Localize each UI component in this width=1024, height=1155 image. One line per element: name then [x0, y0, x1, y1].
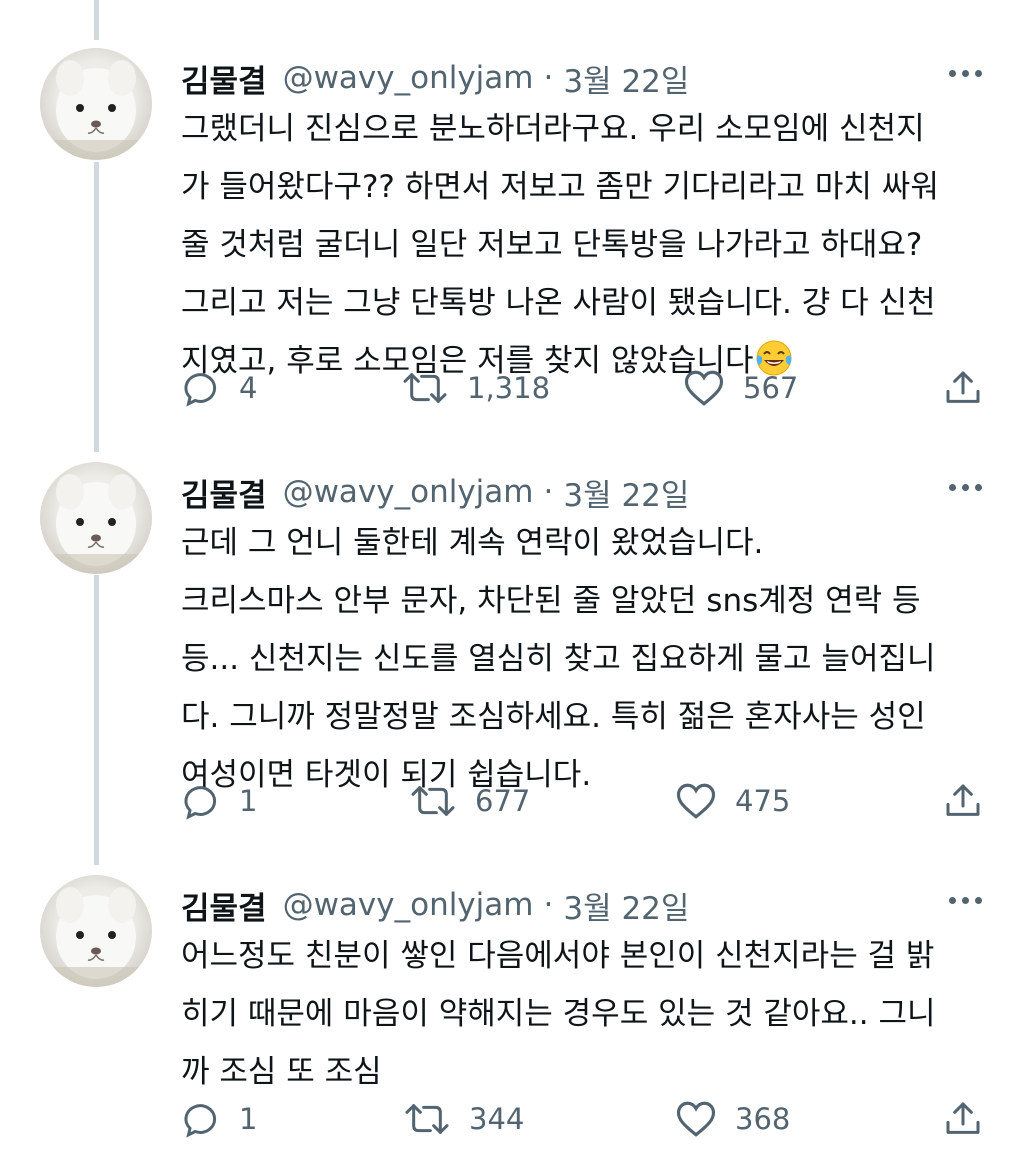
more-dots-icon[interactable]: [949, 484, 982, 491]
tweet-text: 어느정도 친분이 쌓인 다음에서야 본인이 신천지라는 걸 밝 히기 때문에 마…: [181, 927, 981, 1101]
tweet-date[interactable]: 3월 22일: [563, 56, 689, 101]
reply-count: 1: [239, 1102, 258, 1136]
retweet-count: 677: [475, 784, 531, 818]
reply-button[interactable]: 1: [181, 1094, 257, 1144]
avatar[interactable]: [40, 462, 152, 574]
reply-count: 1: [239, 784, 258, 818]
like-button[interactable]: 567: [683, 363, 798, 413]
author-name[interactable]: 김물결: [181, 883, 267, 928]
tweet-text-line: 가 들어왔다구?? 하면서 저보고 좀만 기다리라고 마치 싸워: [181, 169, 939, 205]
tweet-text-line: 히기 때문에 마음이 약해지는 경우도 있는 것 같아요.. 그니: [181, 996, 936, 1032]
tweet-actions: 4 1,318 567: [181, 363, 986, 413]
author-name[interactable]: 김물결: [181, 56, 267, 101]
like-count: 475: [735, 784, 791, 818]
retweet-button[interactable]: 344: [403, 1094, 524, 1144]
reply-button[interactable]: 4: [181, 363, 257, 413]
speech-bubble-icon: [181, 368, 221, 408]
retweet-count: 1,318: [467, 371, 551, 405]
tweet-text: 근데 그 언니 둘한테 계속 연락이 왔었습니다. 크리스마스 안부 문자, 차…: [181, 514, 981, 804]
like-button[interactable]: 368: [675, 1094, 790, 1144]
like-button[interactable]: 475: [675, 776, 790, 826]
more-dots-icon[interactable]: [949, 897, 982, 904]
share-upload-icon: [943, 368, 983, 408]
tweet-text-line: 줄 것처럼 굴더니 일단 저보고 단톡방을 나가라고 하대요?: [181, 227, 923, 263]
share-button[interactable]: [943, 363, 983, 413]
tweet-text-line: 크리스마스 안부 문자, 차단된 줄 알았던 sns계정 연락 등: [181, 583, 921, 619]
avatar[interactable]: [40, 48, 152, 160]
tweet-text-line: 까 조심 또 조심: [181, 1054, 382, 1090]
retweet-button[interactable]: 677: [409, 776, 530, 826]
thread-line-top: [94, 0, 99, 40]
tweet-2[interactable]: 김물결 @wavy_onlyjam · 3월 22일 근데 그 언니 둘한테 계…: [0, 462, 1024, 842]
avatar[interactable]: [40, 875, 152, 987]
tweet-header: 김물결 @wavy_onlyjam · 3월 22일: [181, 468, 689, 516]
author-name[interactable]: 김물결: [181, 470, 267, 515]
tweet-header: 김물결 @wavy_onlyjam · 3월 22일: [181, 54, 689, 102]
tweet-text-line: 등... 신천지는 신도를 열심히 찾고 집요하게 물고 늘어집니: [181, 641, 936, 677]
author-handle[interactable]: @wavy_onlyjam: [283, 474, 534, 510]
share-upload-icon: [943, 781, 983, 821]
share-upload-icon: [943, 1099, 983, 1139]
tweet-text-line: 어느정도 친분이 쌓인 다음에서야 본인이 신천지라는 걸 밝: [181, 938, 935, 974]
speech-bubble-icon: [181, 781, 221, 821]
tweet-text-line: 그리고 저는 그냥 단톡방 나온 사람이 됐습니다. 걍 다 신천: [181, 285, 936, 321]
author-handle[interactable]: @wavy_onlyjam: [283, 60, 534, 96]
separator-dot: ·: [543, 60, 554, 96]
separator-dot: ·: [543, 887, 554, 923]
tweet-date[interactable]: 3월 22일: [563, 470, 689, 515]
retweet-arrows-icon: [401, 368, 449, 408]
tweet-date[interactable]: 3월 22일: [563, 883, 689, 928]
author-handle[interactable]: @wavy_onlyjam: [283, 887, 534, 923]
retweet-arrows-icon: [409, 781, 457, 821]
share-button[interactable]: [943, 776, 983, 826]
separator-dot: ·: [543, 474, 554, 510]
tweet-3[interactable]: 김물결 @wavy_onlyjam · 3월 22일 어느정도 친분이 쌓인 다…: [0, 875, 1024, 1155]
speech-bubble-icon: [181, 1099, 221, 1139]
like-count: 368: [735, 1102, 791, 1136]
retweet-count: 344: [469, 1102, 525, 1136]
reply-count: 4: [239, 371, 258, 405]
heart-icon: [675, 781, 717, 821]
tweet-actions: 1 344 368: [181, 1094, 986, 1144]
more-dots-icon[interactable]: [949, 70, 982, 77]
heart-icon: [683, 368, 725, 408]
tweet-actions: 1 677 475: [181, 776, 986, 826]
tweet-1[interactable]: 김물결 @wavy_onlyjam · 3월 22일 그랬더니 진심으로 분노하…: [0, 48, 1024, 428]
tweet-text-line: 다. 그니까 정말정말 조심하세요. 특히 젊은 혼자사는 성인: [181, 699, 926, 735]
heart-icon: [675, 1099, 717, 1139]
tweet-text-line: 근데 그 언니 둘한테 계속 연락이 왔었습니다.: [181, 525, 764, 561]
reply-button[interactable]: 1: [181, 776, 257, 826]
share-button[interactable]: [943, 1094, 983, 1144]
tweet-header: 김물결 @wavy_onlyjam · 3월 22일: [181, 881, 689, 929]
like-count: 567: [743, 371, 799, 405]
retweet-arrows-icon: [403, 1099, 451, 1139]
retweet-button[interactable]: 1,318: [401, 363, 550, 413]
tweet-text: 그랬더니 진심으로 분노하더라구요. 우리 소모임에 신천지 가 들어왔다구??…: [181, 100, 981, 396]
tweet-text-line: 그랬더니 진심으로 분노하더라구요. 우리 소모임에 신천지: [181, 111, 925, 147]
